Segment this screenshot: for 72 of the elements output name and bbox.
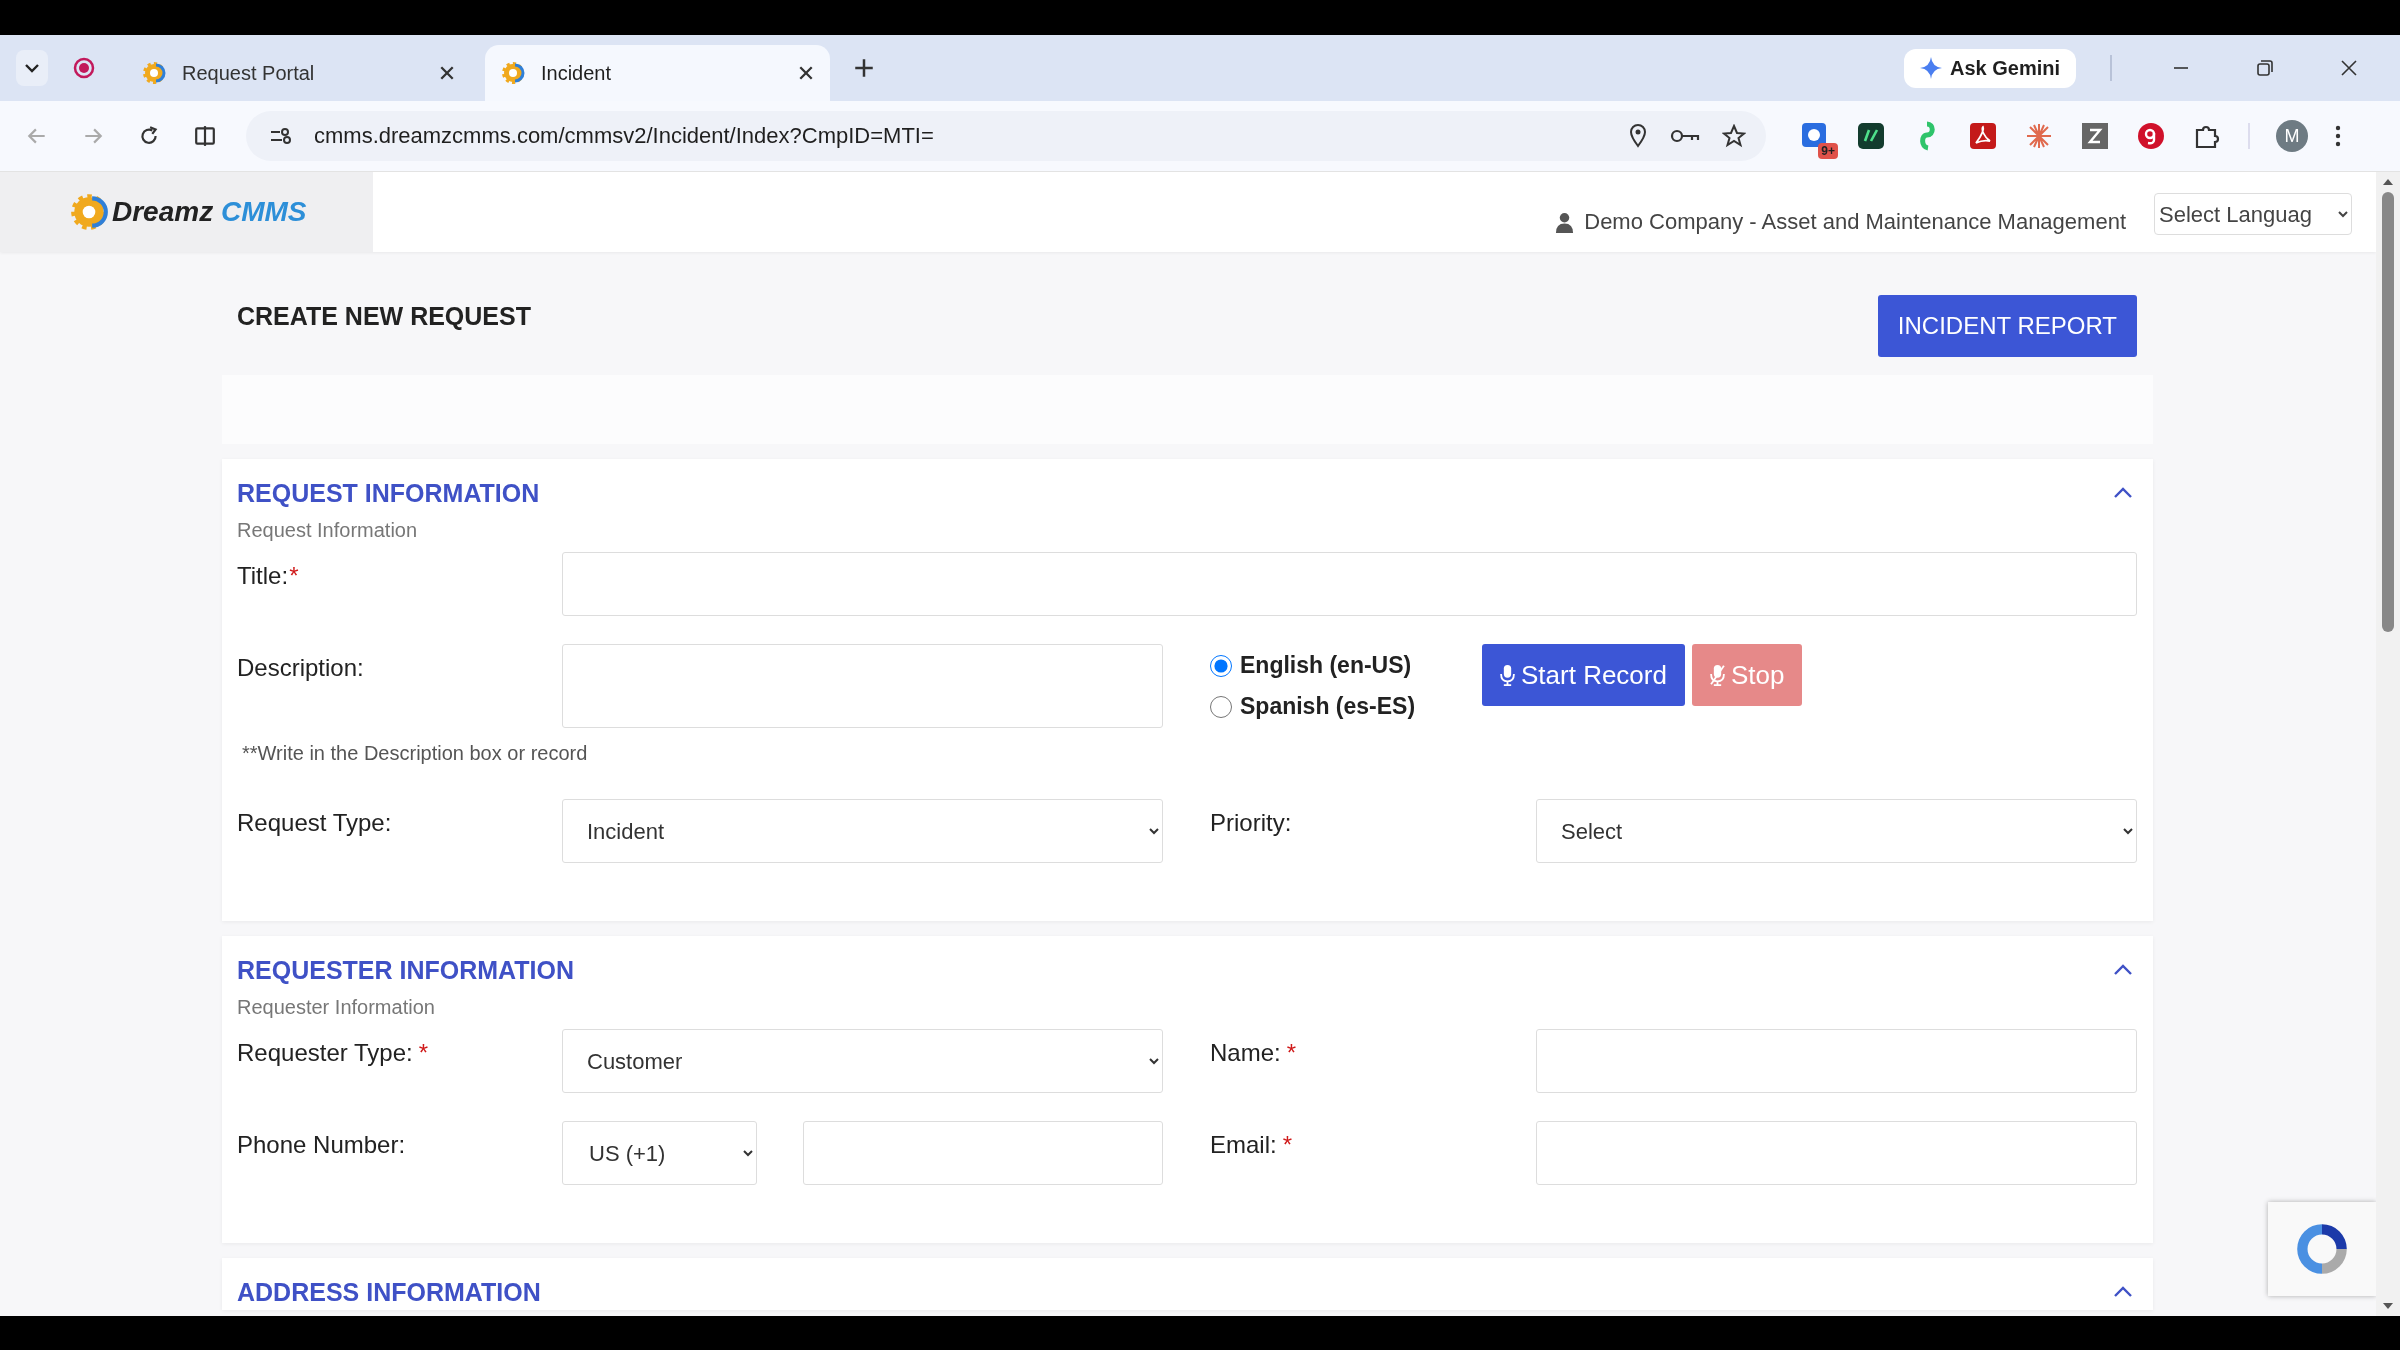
close-icon[interactable]	[439, 65, 455, 81]
field-label: Name: *	[1210, 1038, 1298, 1067]
collapse-chevron-icon[interactable]	[2113, 964, 2133, 976]
browser-tab[interactable]: Incident	[485, 45, 830, 101]
requester-type-select[interactable]: Customer	[562, 1029, 1163, 1093]
pdf-icon[interactable]	[1968, 121, 1998, 151]
microphone-icon	[1500, 664, 1515, 686]
chevron-down-icon	[24, 63, 40, 73]
gear-logo-icon	[501, 61, 525, 85]
company-name: Demo Company - Asset and Maintenance Management	[1584, 209, 2126, 235]
reload-icon[interactable]	[138, 125, 160, 147]
section-heading: REQUESTER INFORMATION	[237, 955, 575, 985]
address-bar[interactable]: cmms.dreamzcmms.com/cmmsv2/Incident/Index?CmpID=MTI=	[246, 111, 1766, 161]
title-input[interactable]	[562, 552, 2137, 616]
radio-label[interactable]: English (en-US)	[1240, 652, 1412, 679]
email-input[interactable]	[1536, 1121, 2137, 1185]
star-icon[interactable]	[1722, 124, 1746, 148]
priority-select[interactable]: Select	[1536, 799, 2137, 863]
field-label: Request Type:	[237, 808, 393, 837]
tab-search-button[interactable]	[16, 50, 48, 86]
field-label: Phone Number:	[237, 1130, 407, 1159]
radio-button[interactable]	[1210, 654, 1232, 677]
page-title: CREATE NEW REQUEST	[237, 302, 531, 331]
scroll-up-icon[interactable]	[2382, 178, 2394, 186]
sparkle-icon	[1919, 57, 1942, 79]
restore-icon[interactable]	[2256, 59, 2274, 77]
section-subtitle: Request Information	[237, 519, 419, 542]
extension-icon[interactable]	[2136, 121, 2166, 151]
section-subtitle: Requester Information	[237, 996, 436, 1019]
gear-logo-icon	[142, 61, 166, 85]
field-label: Email: *	[1210, 1130, 1294, 1159]
gear-logo-icon[interactable]	[68, 191, 110, 233]
extension-icon[interactable]	[1856, 121, 1886, 151]
key-icon[interactable]	[1670, 127, 1700, 145]
country-code-select[interactable]: US (+1)	[562, 1121, 757, 1185]
start-record-button[interactable]: Start Record	[1482, 644, 1685, 706]
ask-gemini-button[interactable]: Ask Gemini	[1903, 48, 2076, 88]
muted-microphone-icon	[1709, 664, 1725, 686]
hint-text: **Write in the Description box or record	[242, 742, 589, 765]
split-view-icon[interactable]	[194, 125, 216, 147]
description-input[interactable]	[562, 644, 1163, 728]
field-label: Priority:	[1210, 808, 1293, 837]
new-tab-icon[interactable]	[854, 58, 874, 78]
close-icon[interactable]	[2340, 59, 2358, 77]
scroll-down-icon[interactable]	[2382, 1302, 2394, 1310]
close-icon[interactable]	[798, 65, 814, 81]
record-icon[interactable]	[72, 56, 96, 80]
user-icon	[1555, 211, 1575, 233]
radio-button[interactable]	[1210, 695, 1232, 718]
section-heading: REQUEST INFORMATION	[237, 478, 540, 508]
scrollbar-thumb[interactable]	[2382, 192, 2394, 632]
section-heading: ADDRESS INFORMATION	[237, 1277, 541, 1307]
request-type-select[interactable]: Incident	[562, 799, 1163, 863]
extension-icon[interactable]	[2080, 121, 2110, 151]
language-select[interactable]: Select Languag	[2154, 193, 2352, 235]
phone-input[interactable]	[803, 1121, 1163, 1185]
radio-label[interactable]: Spanish (es-ES)	[1240, 693, 1416, 720]
more-options-icon[interactable]	[2334, 124, 2342, 148]
site-settings-icon[interactable]	[270, 127, 292, 145]
asterisk-icon[interactable]	[2024, 121, 2054, 151]
notification-badge: 9+	[1818, 143, 1838, 159]
incident-report-button[interactable]: INCIDENT REPORT	[1877, 295, 2137, 357]
logo-text[interactable]: Dreamz CMMS	[112, 196, 307, 228]
profile-avatar[interactable]: M	[2276, 120, 2308, 152]
name-input[interactable]	[1536, 1029, 2137, 1093]
collapse-chevron-icon[interactable]	[2113, 487, 2133, 499]
field-label: Requester Type: *	[237, 1038, 429, 1067]
browser-tab[interactable]: Request Portal	[126, 45, 471, 101]
field-label: Title:*	[237, 561, 300, 590]
location-pin-icon[interactable]	[1628, 124, 1648, 148]
field-label: Description:	[237, 653, 365, 682]
collapse-chevron-icon[interactable]	[2113, 1286, 2133, 1298]
